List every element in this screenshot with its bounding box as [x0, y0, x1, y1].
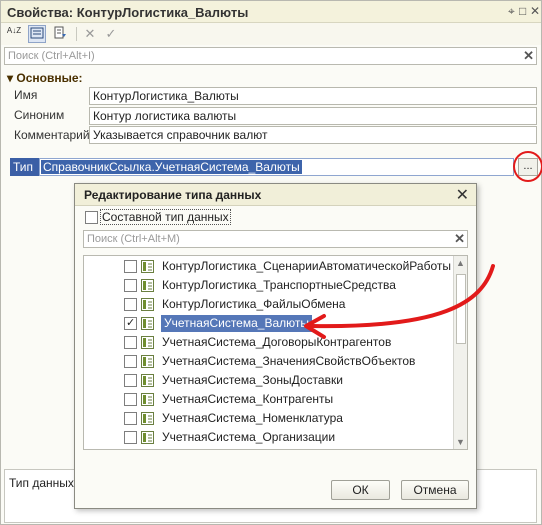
section-header[interactable]: ▾ Основные:	[7, 71, 83, 85]
section-title: Основные:	[16, 71, 83, 85]
dialog-title: Редактирование типа данных	[84, 188, 262, 202]
type-row: Тип СправочникСсылка.УчетнаяСистема_Валю…	[10, 158, 535, 176]
catalog-icon	[141, 374, 154, 387]
item-label: УчетнаяСистема_Номенклатура	[162, 411, 343, 425]
list-item[interactable]: УчетнаяСистема_ДоговорыКонтрагентов	[84, 333, 454, 352]
item-label: КонтурЛогистика_ТранспортныеСредства	[162, 278, 396, 292]
toolbar: A↓Z ✕ ✓	[1, 23, 541, 45]
categories-icon[interactable]	[28, 25, 46, 43]
list-item[interactable]: УчетнаяСистема_Контрагенты	[84, 390, 454, 409]
catalog-icon	[141, 279, 154, 292]
composite-type-checkbox[interactable]: Составной тип данных	[85, 209, 231, 225]
toolbar-separator	[76, 27, 77, 41]
list-item[interactable]: КонтурЛогистика_СценарииАвтоматическойРа…	[84, 257, 454, 276]
list-item[interactable]: КонтурЛогистика_ТранспортныеСредства	[84, 276, 454, 295]
type-value: СправочникСсылка.УчетнаяСистема_Валюты	[41, 160, 302, 174]
name-field[interactable]: КонтурЛогистика_Валюты	[89, 87, 537, 105]
item-label: УчетнаяСистема_ЗоныДоставки	[162, 373, 343, 387]
search-placeholder: Поиск (Ctrl+Alt+I)	[8, 50, 95, 62]
list-item[interactable]: УчетнаяСистема_Номенклатура	[84, 409, 454, 428]
close-icon[interactable]: ✕	[530, 4, 540, 18]
cancel-button[interactable]: Отмена	[401, 480, 469, 500]
list-item[interactable]: УчетнаяСистема_Организации	[84, 428, 454, 447]
item-label: УчетнаяСистема_ЗначенияСвойствОбъектов	[162, 354, 416, 368]
cancel-icon[interactable]: ✕	[81, 25, 99, 43]
sort-alpha-icon[interactable]: A↓Z	[5, 25, 23, 43]
synonym-label: Синоним	[14, 108, 65, 122]
dialog-search-input[interactable]: Поиск (Ctrl+Alt+M) ✕	[83, 230, 468, 248]
list-item[interactable]: УчетнаяСистема_ЗоныДоставки	[84, 371, 454, 390]
catalog-icon	[141, 431, 154, 444]
ok-button[interactable]: ОК	[331, 480, 390, 500]
item-label: КонтурЛогистика_СценарииАвтоматическойРа…	[162, 259, 451, 273]
item-checkbox[interactable]	[124, 336, 137, 349]
window-title: Свойства: КонтурЛогистика_Валюты	[7, 5, 249, 20]
item-checkbox[interactable]	[124, 279, 137, 292]
catalog-icon	[141, 355, 154, 368]
catalog-icon	[141, 412, 154, 425]
scroll-up-icon[interactable]: ▲	[456, 258, 465, 268]
composite-type-label: Составной тип данных	[100, 209, 231, 225]
pin-icon[interactable]: ⌖	[508, 4, 515, 19]
item-checkbox[interactable]	[124, 316, 137, 330]
check-icon[interactable]: ✓	[102, 25, 120, 43]
item-checkbox[interactable]	[124, 260, 137, 273]
scroll-down-icon[interactable]: ▼	[456, 437, 465, 447]
item-label: УчетнаяСистема_Валюты	[161, 315, 312, 332]
item-label: УчетнаяСистема_Контрагенты	[162, 392, 334, 406]
item-label: УчетнаяСистема_Организации	[162, 430, 336, 444]
maximize-icon[interactable]: □	[519, 4, 526, 18]
catalog-icon	[141, 336, 154, 349]
list-item[interactable]: УчетнаяСистема_Валюты	[84, 314, 454, 333]
scroll-thumb[interactable]	[456, 274, 466, 344]
item-checkbox[interactable]	[124, 412, 137, 425]
item-checkbox[interactable]	[124, 355, 137, 368]
clear-search-icon[interactable]: ✕	[523, 48, 534, 64]
synonym-field[interactable]: Контур логистика валюты	[89, 107, 537, 125]
dialog-clear-search-icon[interactable]: ✕	[454, 231, 465, 247]
list-item[interactable]: УчетнаяСистема_ЗначенияСвойствОбъектов	[84, 352, 454, 371]
type-list: КонтурЛогистика_СценарииАвтоматическойРа…	[83, 255, 468, 450]
item-checkbox[interactable]	[124, 393, 137, 406]
catalog-icon	[141, 298, 154, 311]
catalog-icon	[141, 260, 154, 273]
dialog-search-placeholder: Поиск (Ctrl+Alt+M)	[87, 233, 180, 245]
edit-type-dialog: Редактирование типа данных ✕ Составной т…	[74, 183, 477, 509]
item-checkbox[interactable]	[124, 298, 137, 311]
composite-checkbox-box[interactable]	[85, 211, 98, 225]
name-label: Имя	[14, 88, 38, 102]
type-label: Тип	[10, 158, 39, 176]
dialog-close-icon[interactable]: ✕	[456, 185, 469, 205]
list-scrollbar[interactable]: ▲ ▼	[453, 256, 467, 449]
item-checkbox[interactable]	[124, 374, 137, 387]
catalog-icon	[141, 393, 154, 406]
comment-field[interactable]: Указывается справочник валют	[89, 126, 537, 144]
properties-search-input[interactable]: Поиск (Ctrl+Alt+I) ✕	[4, 47, 537, 65]
type-field[interactable]: СправочникСсылка.УчетнаяСистема_Валюты	[39, 158, 514, 176]
description-label: Тип данных	[9, 476, 74, 490]
dialog-title-bar: Редактирование типа данных ✕	[75, 184, 476, 206]
catalog-icon	[141, 317, 154, 330]
item-label: КонтурЛогистика_ФайлыОбмена	[162, 297, 346, 311]
comment-label: Комментарий	[14, 128, 90, 142]
title-bar: Свойства: КонтурЛогистика_Валюты ⌖ □ ✕	[1, 1, 541, 23]
annotation-circle	[513, 151, 542, 182]
filter-icon[interactable]	[51, 25, 69, 43]
item-checkbox[interactable]	[124, 431, 137, 444]
list-item[interactable]: КонтурЛогистика_ФайлыОбмена	[84, 295, 454, 314]
sort-alpha-label: A↓Z	[6, 26, 22, 35]
item-label: УчетнаяСистема_ДоговорыКонтрагентов	[162, 335, 392, 349]
